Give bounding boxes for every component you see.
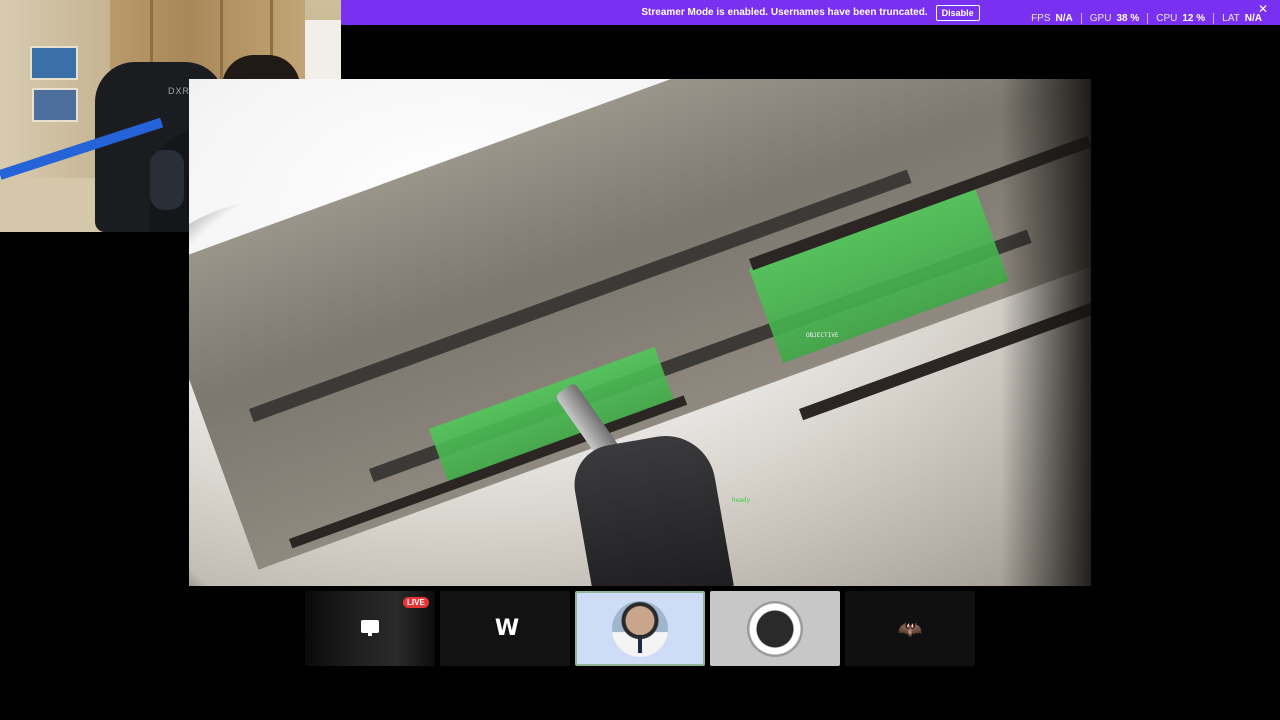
pilot-avatar [612,600,668,657]
stream-selector: LIVE W 🦇 [305,591,975,667]
performance-stats: FPS N/A GPU 38 % CPU 12 % LAT N/A [1023,13,1270,24]
game-shadow [1001,79,1091,586]
stream-tile[interactable]: 🦇 [845,591,975,666]
red-bat-logo-icon: 🦇 [897,616,923,641]
stat-latency: LAT N/A [1213,13,1270,24]
stat-gpu: GPU 38 % [1080,13,1147,24]
stat-label: FPS [1031,13,1051,24]
stream-video[interactable]: OBJECTIVE Ready [189,79,1091,586]
streamer-mode-message: Streamer Mode is enabled. Usernames have… [641,7,928,18]
stat-label: LAT [1222,13,1240,24]
webcam-poster [30,46,78,80]
webcam-desk [0,178,100,232]
stat-cpu: CPU 12 % [1147,13,1213,24]
stat-fps: FPS N/A [1023,13,1081,24]
stat-value: 12 % [1182,13,1206,24]
screen-share-icon [361,620,379,636]
stat-value: N/A [1244,13,1262,24]
w-logo-icon: W [494,616,519,641]
webcam-poster [32,88,78,122]
stat-label: GPU [1089,13,1112,24]
sketch-avatar [747,600,803,657]
hud-teammate-label: Ready [732,497,751,504]
stream-tile[interactable] [710,591,840,666]
stream-tile[interactable]: LIVE [305,591,435,666]
stat-value: 38 % [1116,13,1140,24]
stream-tile-selected[interactable] [575,591,705,666]
stat-value: N/A [1055,13,1073,24]
hud-objective-marker: OBJECTIVE [806,332,839,339]
disable-streamer-mode-button[interactable]: Disable [935,4,980,21]
live-badge: LIVE [403,597,429,608]
stream-tile[interactable]: W [440,591,570,666]
stat-label: CPU [1156,13,1178,24]
microphone-icon [150,150,184,210]
